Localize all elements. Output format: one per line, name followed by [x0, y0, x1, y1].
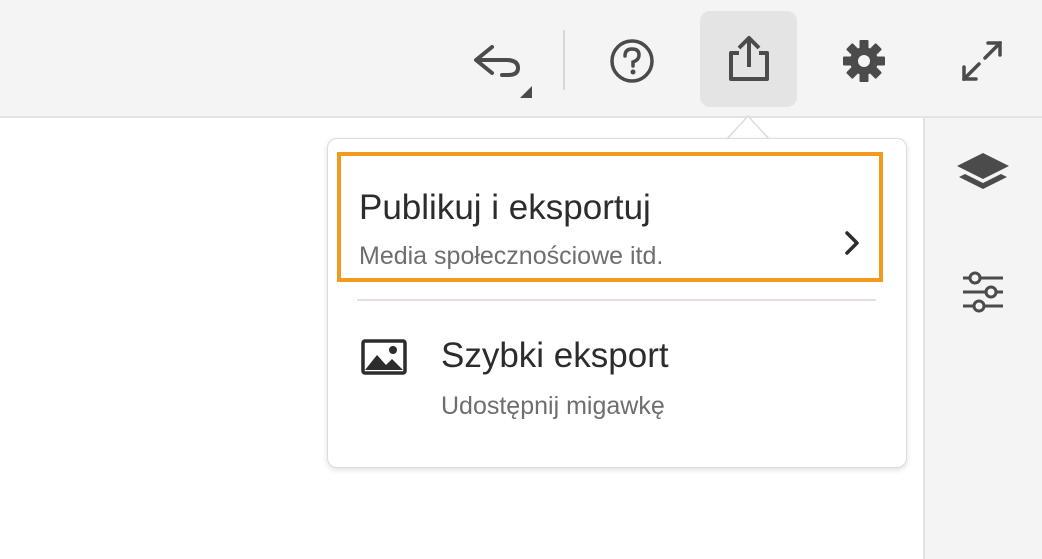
image-icon	[361, 339, 407, 375]
share-icon	[728, 36, 769, 81]
share-button[interactable]	[700, 11, 797, 107]
undo-icon	[474, 45, 532, 98]
menu-item-title: Szybki eksport	[441, 336, 669, 375]
menu-item-title: Publikuj i eksportuj	[359, 188, 651, 227]
undo-button[interactable]	[462, 24, 542, 100]
top-toolbar	[0, 0, 1042, 118]
toolbar-divider	[563, 30, 565, 90]
help-icon	[610, 39, 654, 83]
menu-item-subtitle: Media społecznościowe itd.	[359, 242, 664, 270]
menu-divider	[357, 299, 876, 301]
menu-item-publish-export[interactable]: Publikuj i eksportuj Media społecznościo…	[328, 151, 906, 291]
adjustments-button[interactable]	[951, 266, 1015, 318]
gear-icon	[843, 40, 885, 82]
adjustments-icon	[963, 271, 1003, 313]
menu-item-subtitle: Udostępnij migawkę	[441, 392, 665, 420]
fullscreen-button[interactable]	[955, 35, 1009, 87]
right-sidebar	[923, 118, 1042, 559]
chevron-right-icon	[845, 231, 859, 255]
layers-button[interactable]	[951, 146, 1015, 208]
help-button[interactable]	[600, 30, 664, 92]
menu-item-quick-export[interactable]: Szybki eksport Udostępnij migawkę	[328, 309, 906, 459]
share-menu-popover: Publikuj i eksportuj Media społecznościo…	[327, 138, 907, 468]
fullscreen-icon	[962, 41, 1002, 81]
layers-icon	[957, 153, 1009, 189]
settings-button[interactable]	[836, 34, 892, 88]
